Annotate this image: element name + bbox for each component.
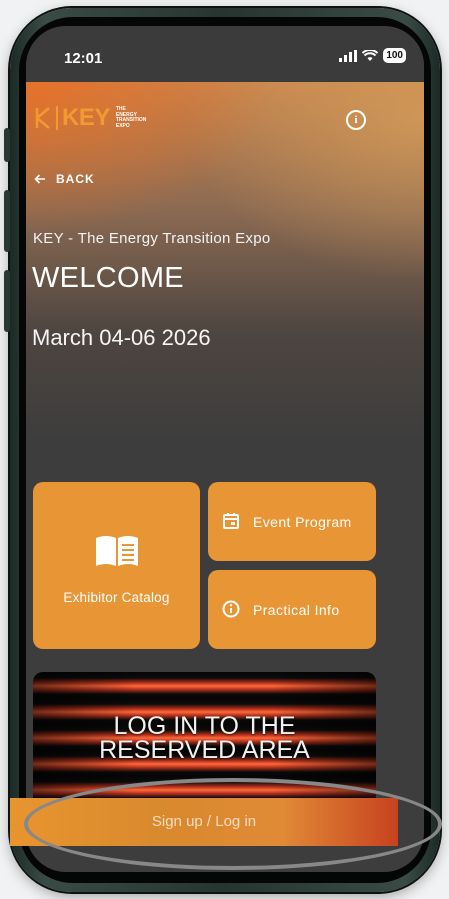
signup-login-button[interactable]: Sign up / Log in xyxy=(10,798,398,846)
event-program-label: Event Program xyxy=(253,514,352,530)
status-icons: 100 xyxy=(339,48,406,63)
exhibitor-catalog-label: Exhibitor Catalog xyxy=(63,590,170,605)
event-subtitle: KEY - The Energy Transition Expo xyxy=(33,230,271,247)
practical-info-tile[interactable]: Practical Info xyxy=(208,570,376,649)
volume-down-button xyxy=(4,270,10,332)
back-arrow-icon xyxy=(34,174,45,184)
back-label: BACK xyxy=(56,172,95,186)
battery-icon: 100 xyxy=(383,48,406,63)
info-icon xyxy=(222,600,240,618)
logo-tagline: THE ENERGY TRANSITION EXPO xyxy=(115,106,147,129)
exhibitor-catalog-tile[interactable]: Exhibitor Catalog xyxy=(33,482,200,649)
status-time: 12:01 xyxy=(64,50,103,67)
app-logo: KEY THE ENERGY TRANSITION EXPO xyxy=(34,104,146,132)
info-icon[interactable]: i xyxy=(346,110,366,130)
logo-wordmark: KEY xyxy=(62,104,110,131)
page-title: WELCOME xyxy=(32,262,184,294)
reserved-area-heading: LOG IN TO THE RESERVED AREA xyxy=(99,712,310,764)
volume-up-button xyxy=(4,190,10,252)
book-icon xyxy=(96,536,138,566)
logo-k-mark xyxy=(35,107,50,129)
mute-switch xyxy=(4,128,10,162)
signal-icon xyxy=(339,49,358,62)
wifi-icon xyxy=(362,49,379,61)
logo-divider xyxy=(56,106,58,130)
practical-info-label: Practical Info xyxy=(253,602,340,618)
calendar-icon xyxy=(223,513,239,529)
event-program-tile[interactable]: Event Program xyxy=(208,482,376,561)
status-bar: 12:01 100 xyxy=(26,26,424,82)
event-dates: March 04-06 2026 xyxy=(32,325,211,350)
back-button[interactable]: BACK xyxy=(34,172,95,186)
